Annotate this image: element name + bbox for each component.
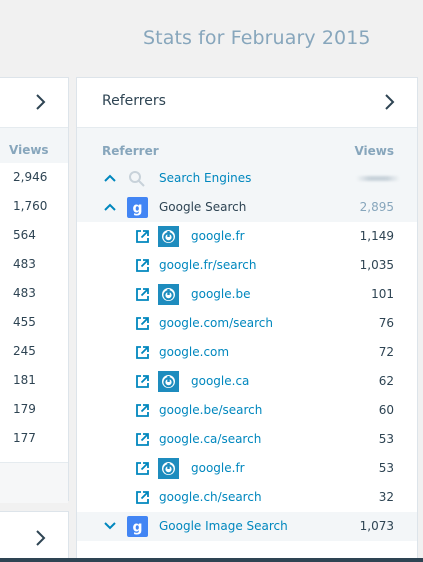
referrer-views: 76 [378, 316, 394, 330]
search-engines-label[interactable]: Search Engines [159, 171, 251, 185]
referrer-column-label: Referrer [102, 144, 159, 158]
left-value-row: 179 [13, 402, 36, 416]
external-link-icon[interactable] [135, 345, 150, 364]
bottom-bar [0, 558, 423, 562]
referrer-label[interactable]: google.be/search [159, 403, 262, 417]
chevron-right-icon[interactable] [383, 92, 397, 112]
left-value-row: 177 [13, 431, 36, 445]
referrer-label[interactable]: google.fr [191, 461, 245, 475]
referrers-title: Referrers [102, 93, 166, 109]
search-icon [129, 171, 145, 187]
referrer-row[interactable]: google.fr 53 [77, 454, 417, 483]
referrer-views: 101 [371, 287, 394, 301]
chevron-right-icon[interactable] [34, 528, 48, 548]
referrer-label[interactable]: google.com [159, 345, 229, 359]
referrer-row[interactable]: google.fr 1,149 [77, 222, 417, 251]
referrer-row[interactable]: google.com 72 [77, 338, 417, 367]
referrer-row[interactable]: google.ca/search 53 [77, 425, 417, 454]
referrers-list: Search Engines g Google Search 2,895 goo… [77, 164, 417, 541]
referrer-views: 62 [378, 374, 394, 388]
left-value-row: 564 [13, 228, 36, 242]
google-search-children: google.fr 1,149 google.fr/search 1,035 googl… [77, 222, 417, 512]
gravatar-icon [158, 226, 179, 251]
views-column-label: Views [354, 144, 394, 158]
external-link-icon[interactable] [135, 490, 150, 509]
left-value-row: 245 [13, 344, 36, 358]
referrer-views: 72 [378, 345, 394, 359]
referrer-label[interactable]: google.be [191, 287, 250, 301]
gravatar-icon [158, 284, 179, 309]
referrer-row[interactable]: google.be 101 [77, 280, 417, 309]
referrer-label[interactable]: google.fr/search [159, 258, 257, 272]
external-link-icon[interactable] [135, 287, 150, 306]
referrer-views: 1,035 [359, 258, 394, 272]
left-card-2 [0, 511, 69, 562]
referrer-label[interactable]: google.fr [191, 229, 245, 243]
referrer-views: 53 [378, 432, 394, 446]
referrer-row[interactable]: google.fr/search 1,035 [77, 251, 417, 280]
chevron-down-icon[interactable] [104, 521, 116, 531]
left-value-row: 455 [13, 315, 36, 329]
referrer-views: 60 [378, 403, 394, 417]
left-values-list: 2,946 1,760 564 483 483 455 245 181 179 177 [0, 163, 68, 453]
left-value-row: 2,946 [13, 170, 48, 184]
left-card-header[interactable] [0, 78, 68, 128]
referrers-card: Referrers Referrer Views Search Engines … [76, 77, 418, 562]
referrer-row[interactable]: google.ca 62 [77, 367, 417, 396]
external-link-icon[interactable] [135, 316, 150, 335]
google-search-label[interactable]: Google Search [159, 200, 246, 214]
left-value-row: 483 [13, 286, 36, 300]
external-link-icon[interactable] [135, 258, 150, 277]
gravatar-icon [158, 371, 179, 396]
google-image-search-views: 1,073 [359, 519, 394, 533]
chevron-up-icon[interactable] [104, 173, 116, 183]
google-icon: g [127, 197, 148, 218]
left-stats-card: Views 2,946 1,760 564 483 483 455 245 181 179 177 [0, 77, 69, 503]
chevron-up-icon[interactable] [104, 202, 116, 212]
referrer-label[interactable]: google.ca [191, 374, 249, 388]
referrer-views: 1,149 [359, 229, 394, 243]
obscured-views-value [356, 176, 400, 181]
search-engines-row[interactable]: Search Engines [77, 164, 417, 193]
google-icon: g [127, 516, 148, 537]
external-link-icon[interactable] [135, 461, 150, 480]
chevron-right-icon[interactable] [34, 92, 48, 112]
svg-text:g: g [132, 201, 142, 217]
referrer-row[interactable]: google.be/search 60 [77, 396, 417, 425]
referrer-views: 53 [378, 461, 394, 475]
referrer-label[interactable]: google.com/search [159, 316, 273, 330]
left-column-header: Views [0, 128, 68, 163]
left-value-row: 181 [13, 373, 36, 387]
left-value-row: 483 [13, 257, 36, 271]
google-image-search-label[interactable]: Google Image Search [159, 519, 288, 533]
referrer-label[interactable]: google.ch/search [159, 490, 262, 504]
page-title: Stats for February 2015 [143, 27, 371, 49]
google-search-views: 2,895 [359, 200, 394, 214]
external-link-icon[interactable] [135, 229, 150, 248]
referrer-views: 32 [378, 490, 394, 504]
google-search-row[interactable]: g Google Search 2,895 [77, 193, 417, 222]
external-link-icon[interactable] [135, 432, 150, 451]
google-image-search-row[interactable]: g Google Image Search 1,073 [77, 512, 417, 541]
referrer-row[interactable]: google.ch/search 32 [77, 483, 417, 512]
referrers-column-header: Referrer Views [77, 128, 417, 164]
left-card-footer [0, 462, 68, 503]
left-value-row: 1,760 [13, 199, 48, 213]
referrers-header[interactable]: Referrers [77, 78, 417, 128]
svg-text:g: g [132, 520, 142, 536]
referrer-label[interactable]: google.ca/search [159, 432, 261, 446]
external-link-icon[interactable] [135, 374, 150, 393]
gravatar-icon [158, 458, 179, 483]
referrer-row[interactable]: google.com/search 76 [77, 309, 417, 338]
external-link-icon[interactable] [135, 403, 150, 422]
